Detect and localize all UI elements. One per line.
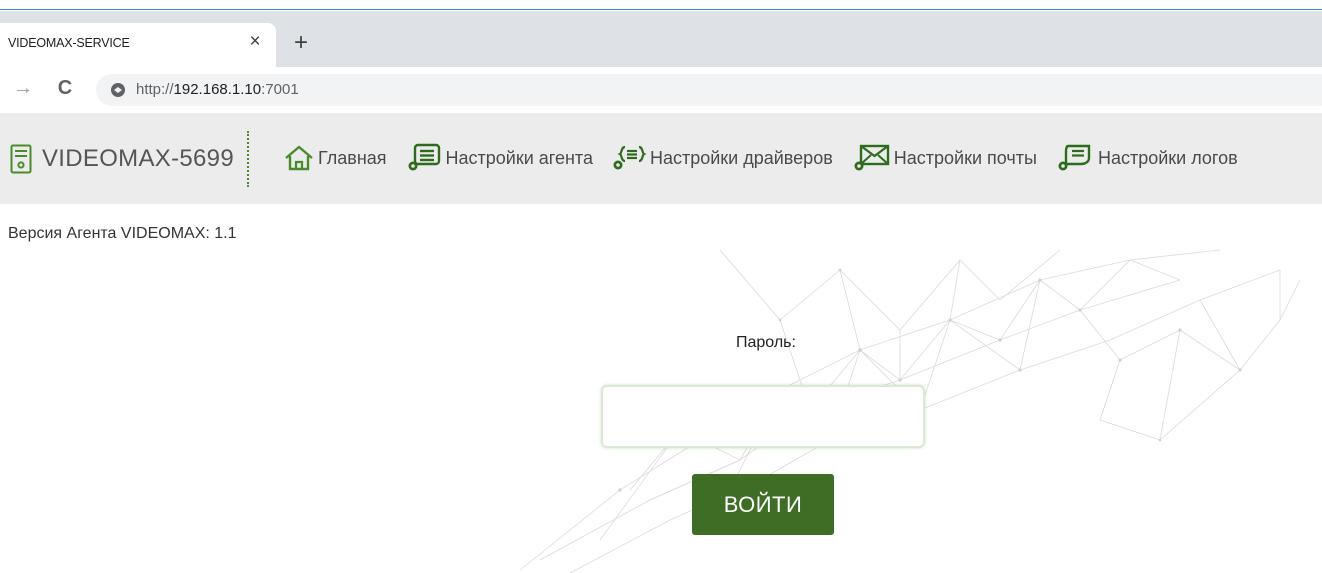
window-top-strip <box>0 0 1322 10</box>
main-menu: Главная Настройки агента Настройки драйв… <box>283 143 1256 173</box>
menu-item-mail-settings[interactable]: Настройки почты <box>851 143 1037 173</box>
menu-label-driver-settings: Настройки драйверов <box>649 147 833 168</box>
menu-label-log-settings: Настройки логов <box>1097 147 1238 168</box>
mail-settings-icon <box>854 144 889 171</box>
site-info-icon[interactable] <box>110 82 126 98</box>
close-icon[interactable]: × <box>244 31 266 53</box>
password-input[interactable] <box>601 385 925 448</box>
url-port: :7001 <box>261 81 299 98</box>
menu-label-agent-settings: Настройки агента <box>445 147 593 168</box>
browser-toolbar: → C http://192.168.1.10:7001 <box>0 67 1322 113</box>
tab-title: VIDEOMAX-SERVICE <box>8 36 130 50</box>
agent-version-text: Версия Агента VIDEOMAX: 1.1 <box>8 225 237 242</box>
menu-item-log-settings[interactable]: Настройки логов <box>1055 143 1238 173</box>
driver-settings-icon <box>613 145 647 170</box>
reload-icon[interactable]: C <box>54 77 76 99</box>
server-icon <box>10 144 32 174</box>
app-navbar: VIDEOMAX-5699 Главная Настройки агента Н… <box>0 113 1322 204</box>
brand[interactable]: VIDEOMAX-5699 <box>10 141 234 177</box>
url-host: 192.168.1.10 <box>173 81 262 98</box>
login-button[interactable]: ВОЙТИ <box>692 474 834 535</box>
browser-tab[interactable]: VIDEOMAX-SERVICE × <box>0 23 276 67</box>
menu-item-agent-settings[interactable]: Настройки агента <box>405 143 593 173</box>
browser-tab-bar: VIDEOMAX-SERVICE × + <box>0 11 1322 67</box>
brand-name: VIDEOMAX-5699 <box>42 145 234 172</box>
menu-item-home[interactable]: Главная <box>283 144 387 172</box>
forward-icon[interactable]: → <box>12 77 34 99</box>
menu-label-mail-settings: Настройки почты <box>893 147 1037 168</box>
new-tab-icon[interactable]: + <box>288 31 314 57</box>
menu-item-driver-settings[interactable]: Настройки драйверов <box>611 143 833 173</box>
navbar-divider <box>247 131 249 187</box>
agent-settings-icon <box>408 143 440 171</box>
home-icon <box>285 145 313 171</box>
password-label: Пароль: <box>736 334 796 351</box>
log-settings-icon <box>1058 144 1091 171</box>
url-scheme: http:// <box>136 81 174 98</box>
menu-label-home: Главная <box>318 147 387 168</box>
url-text: http://192.168.1.10:7001 <box>136 81 299 98</box>
address-bar[interactable]: http://192.168.1.10:7001 <box>96 74 1322 106</box>
